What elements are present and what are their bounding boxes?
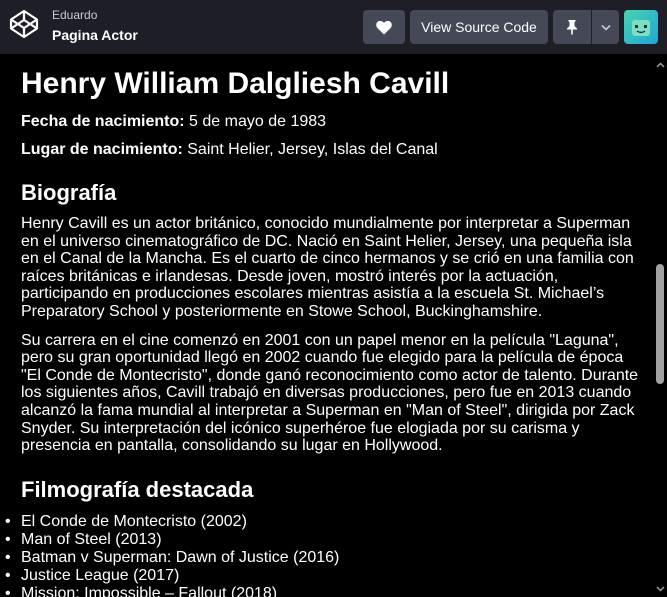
biography-paragraph-2: Su carrera en el cine comenzó en 2001 co… bbox=[21, 331, 639, 455]
heart-icon bbox=[376, 20, 392, 34]
list-item: Man of Steel (2013) bbox=[5, 531, 654, 549]
view-source-button[interactable]: View Source Code bbox=[410, 10, 548, 44]
filmography-heading: Filmografía destacada bbox=[21, 476, 254, 502]
codepen-header: Eduardo Pagina Actor View Source Code bbox=[0, 0, 667, 54]
scrollbar-thumb[interactable] bbox=[656, 264, 664, 384]
birth-place-line: Lugar de nacimiento: Saint Helier, Jerse… bbox=[21, 140, 654, 160]
scroll-down-icon[interactable] bbox=[656, 584, 665, 593]
birth-date-label: Fecha de nacimiento: bbox=[21, 113, 185, 130]
birth-place-label: Lugar de nacimiento: bbox=[21, 141, 183, 158]
birth-date-value: 5 de mayo de 1983 bbox=[184, 113, 327, 130]
pin-icon bbox=[567, 20, 577, 35]
birth-date-line: Fecha de nacimiento: 5 de mayo de 1983 bbox=[21, 112, 654, 132]
actor-name-heading: Henry William Dalgliesh Cavill bbox=[21, 67, 450, 100]
preview-content: Henry William Dalgliesh Cavill Fecha de … bbox=[0, 54, 654, 597]
list-item: El Conde de Montecristo (2002) bbox=[5, 513, 654, 531]
list-item: Justice League (2017) bbox=[5, 567, 654, 585]
pin-button[interactable] bbox=[553, 10, 591, 44]
biography-heading: Biografía bbox=[21, 180, 117, 205]
chevron-down-icon bbox=[600, 24, 611, 31]
list-item: Batman v Superman: Dawn of Justice (2016… bbox=[5, 549, 654, 567]
birth-place-value: Saint Helier, Jersey, Islas del Canal bbox=[182, 141, 438, 158]
pen-titles: Eduardo Pagina Actor bbox=[52, 8, 138, 45]
vertical-scrollbar[interactable] bbox=[654, 54, 667, 597]
more-options-button[interactable] bbox=[592, 10, 619, 44]
scroll-up-icon[interactable] bbox=[656, 60, 665, 69]
author-name[interactable]: Eduardo bbox=[52, 8, 138, 22]
codepen-logo-icon[interactable] bbox=[8, 8, 40, 40]
pen-title: Pagina Actor bbox=[52, 27, 138, 43]
biography-paragraph-1: Henry Cavill es un actor británico, cono… bbox=[21, 215, 634, 320]
heart-button[interactable] bbox=[363, 10, 405, 44]
list-item: Mission: Impossible – Fallout (2018) bbox=[5, 585, 654, 597]
filmography-list: El Conde de Montecristo (2002) Man of St… bbox=[0, 513, 654, 597]
avatar[interactable] bbox=[624, 10, 658, 44]
